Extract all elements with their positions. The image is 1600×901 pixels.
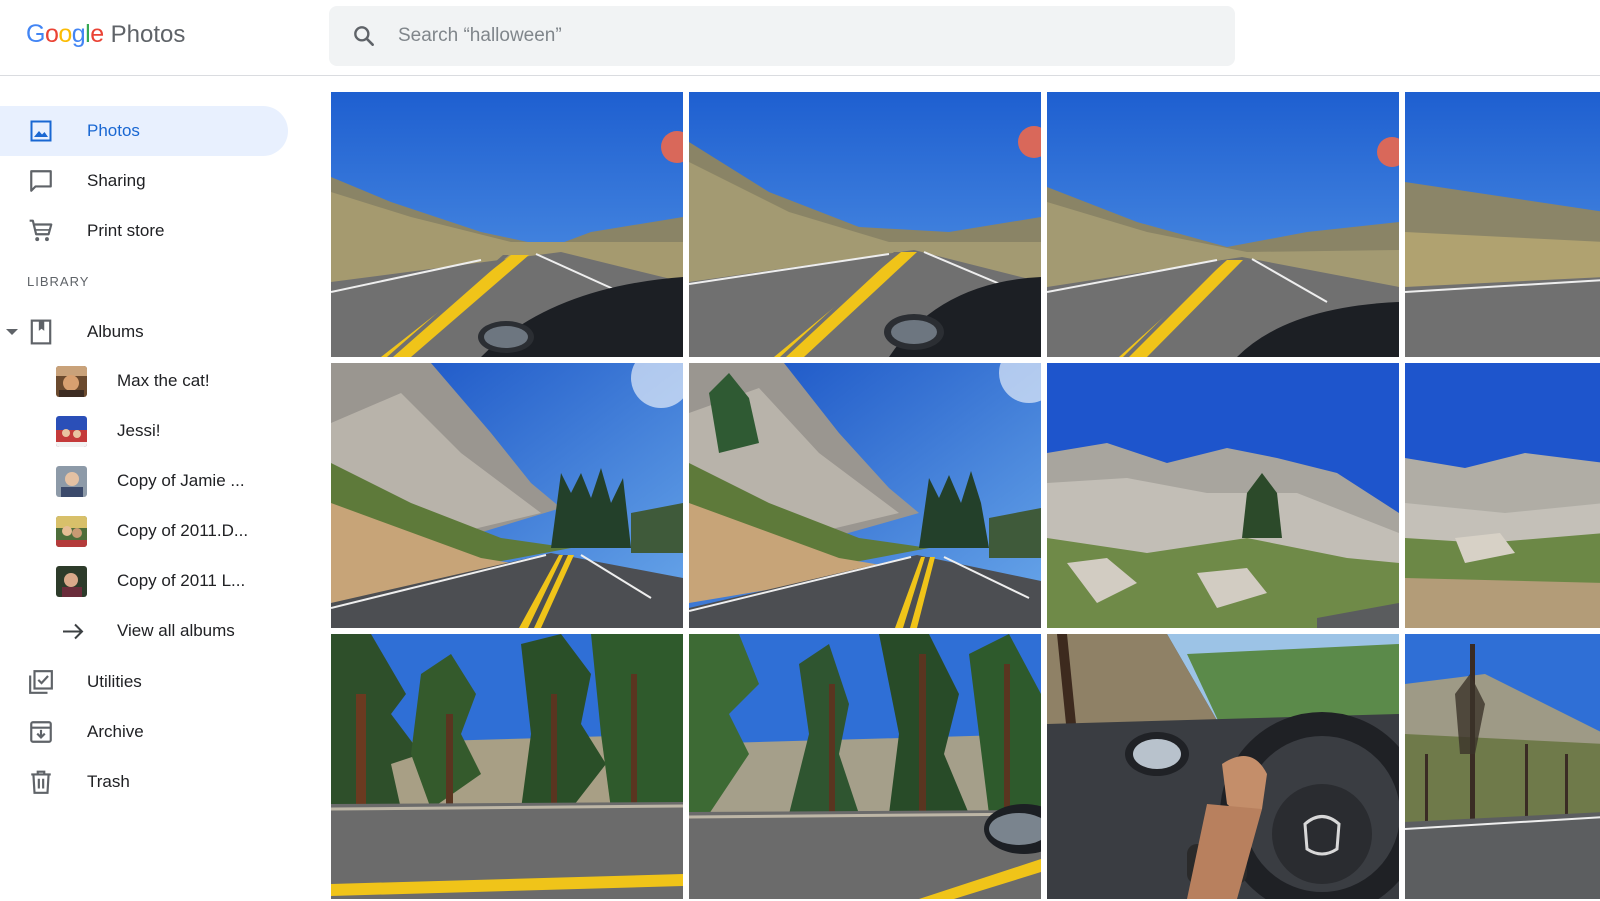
caret-down-icon[interactable] [6, 329, 18, 335]
library-section-title: LIBRARY [27, 274, 90, 289]
album-label: Jessi! [117, 421, 161, 440]
chat-bubble-icon [27, 167, 55, 195]
search-input[interactable] [398, 25, 1158, 47]
photo-tile[interactable] [1405, 363, 1600, 628]
sidebar-item-photos[interactable]: Photos [0, 106, 288, 156]
album-thumbnail [56, 415, 87, 447]
album-icon [27, 318, 55, 346]
photo-tile[interactable] [1047, 92, 1399, 357]
album-label: Copy of Jamie ... [117, 471, 245, 490]
sidebar: Photos Sharing Print store LIBRARY Album… [0, 76, 320, 901]
album-thumbnail [56, 565, 87, 597]
sidebar-item-utilities[interactable]: Utilities [0, 657, 288, 707]
photo-tile[interactable] [1405, 634, 1600, 899]
photo-tile[interactable] [689, 92, 1041, 357]
utilities-icon [27, 668, 55, 696]
album-thumbnail [56, 515, 87, 547]
logo-product-text: Photos [110, 21, 186, 48]
view-all-albums-link[interactable]: View all albums [0, 609, 288, 653]
album-item[interactable]: Max the cat! [0, 359, 288, 403]
sidebar-item-label: Photos [87, 121, 140, 140]
album-thumbnail [56, 365, 87, 397]
sidebar-item-albums[interactable]: Albums [0, 307, 288, 357]
sidebar-item-label: Albums [87, 322, 144, 341]
photo-tile[interactable] [1405, 92, 1600, 357]
view-all-albums-label: View all albums [117, 621, 235, 640]
photo-tile[interactable] [689, 363, 1041, 628]
photo-tile[interactable] [331, 634, 683, 899]
sidebar-item-trash[interactable]: Trash [0, 757, 288, 807]
album-item[interactable]: Copy of Jamie ... [0, 459, 288, 503]
trash-icon [27, 768, 55, 796]
sidebar-item-label: Archive [87, 722, 144, 741]
photo-tile[interactable] [331, 92, 683, 357]
album-item[interactable]: Jessi! [0, 409, 288, 453]
sidebar-item-print-store[interactable]: Print store [0, 206, 288, 256]
album-label: Copy of 2011 L... [117, 571, 246, 590]
sidebar-item-label: Sharing [87, 171, 146, 190]
photo-tile[interactable] [1047, 634, 1399, 899]
album-label: Copy of 2011.D... [117, 521, 249, 540]
shopping-cart-icon [27, 217, 55, 245]
logo-google-text: Google [26, 20, 104, 48]
sidebar-item-sharing[interactable]: Sharing [0, 156, 288, 206]
photo-tile[interactable] [1047, 363, 1399, 628]
archive-icon [27, 718, 55, 746]
sidebar-item-label: Utilities [87, 672, 142, 691]
album-item[interactable]: Copy of 2011 L... [0, 559, 288, 603]
photo-tile[interactable] [331, 363, 683, 628]
top-bar: Google Photos [0, 0, 1600, 76]
google-photos-logo[interactable]: Google Photos [26, 20, 185, 54]
sidebar-item-label: Trash [87, 772, 130, 791]
search-icon[interactable] [351, 23, 377, 49]
photo-icon [27, 117, 55, 145]
search-bar[interactable] [329, 6, 1235, 66]
sidebar-item-label: Print store [87, 221, 165, 240]
album-thumbnail [56, 465, 87, 497]
sidebar-item-archive[interactable]: Archive [0, 707, 288, 757]
arrow-right-icon [58, 616, 89, 647]
album-label: Max the cat! [117, 371, 210, 390]
photo-tile[interactable] [689, 634, 1041, 899]
album-item[interactable]: Copy of 2011.D... [0, 509, 288, 553]
